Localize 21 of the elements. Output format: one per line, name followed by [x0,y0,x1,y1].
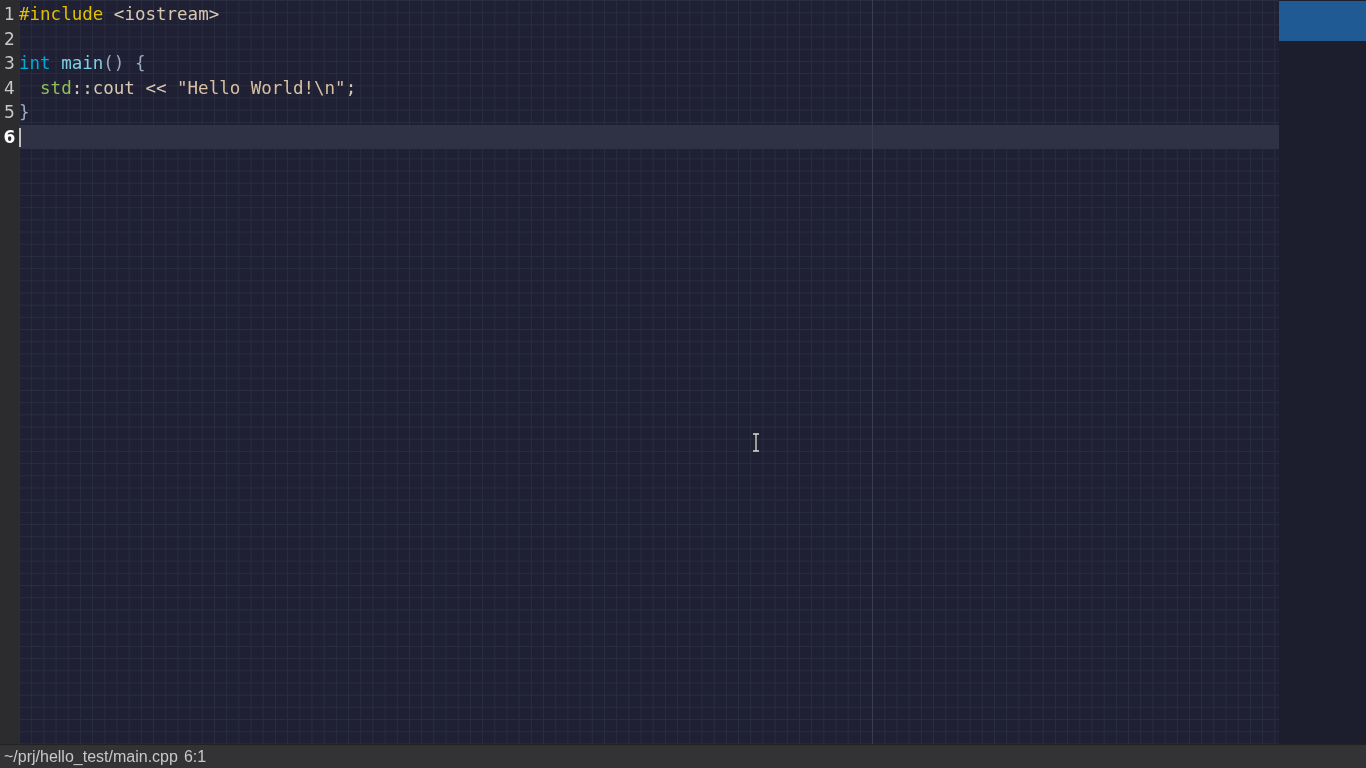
line-number: 3 [4,52,15,75]
code-token: std [40,76,72,100]
line-number: 2 [4,27,15,51]
code-token: "Hello World!\n" [177,76,346,100]
minimap-viewport[interactable] [1279,1,1366,41]
code-token: <iostream> [113,3,220,26]
cursor-position: 6:1 [183,747,207,766]
code-token: main [61,52,104,75]
text-caret [19,127,21,147]
code-token: ::cout << [71,76,168,100]
code-token: #include [19,3,104,26]
line-number: 4 [4,76,15,100]
code-token: ; [345,76,357,100]
text-cursor-icon [752,433,760,452]
line-number: 5 [4,101,15,124]
file-path: ~/prj/hello_test/main.cpp [4,747,178,766]
code-token: int [19,52,51,75]
code-token: () { [103,52,146,75]
code-token: } [19,101,30,124]
line-number: 6 [3,125,16,149]
line-number: 1 [4,3,15,26]
